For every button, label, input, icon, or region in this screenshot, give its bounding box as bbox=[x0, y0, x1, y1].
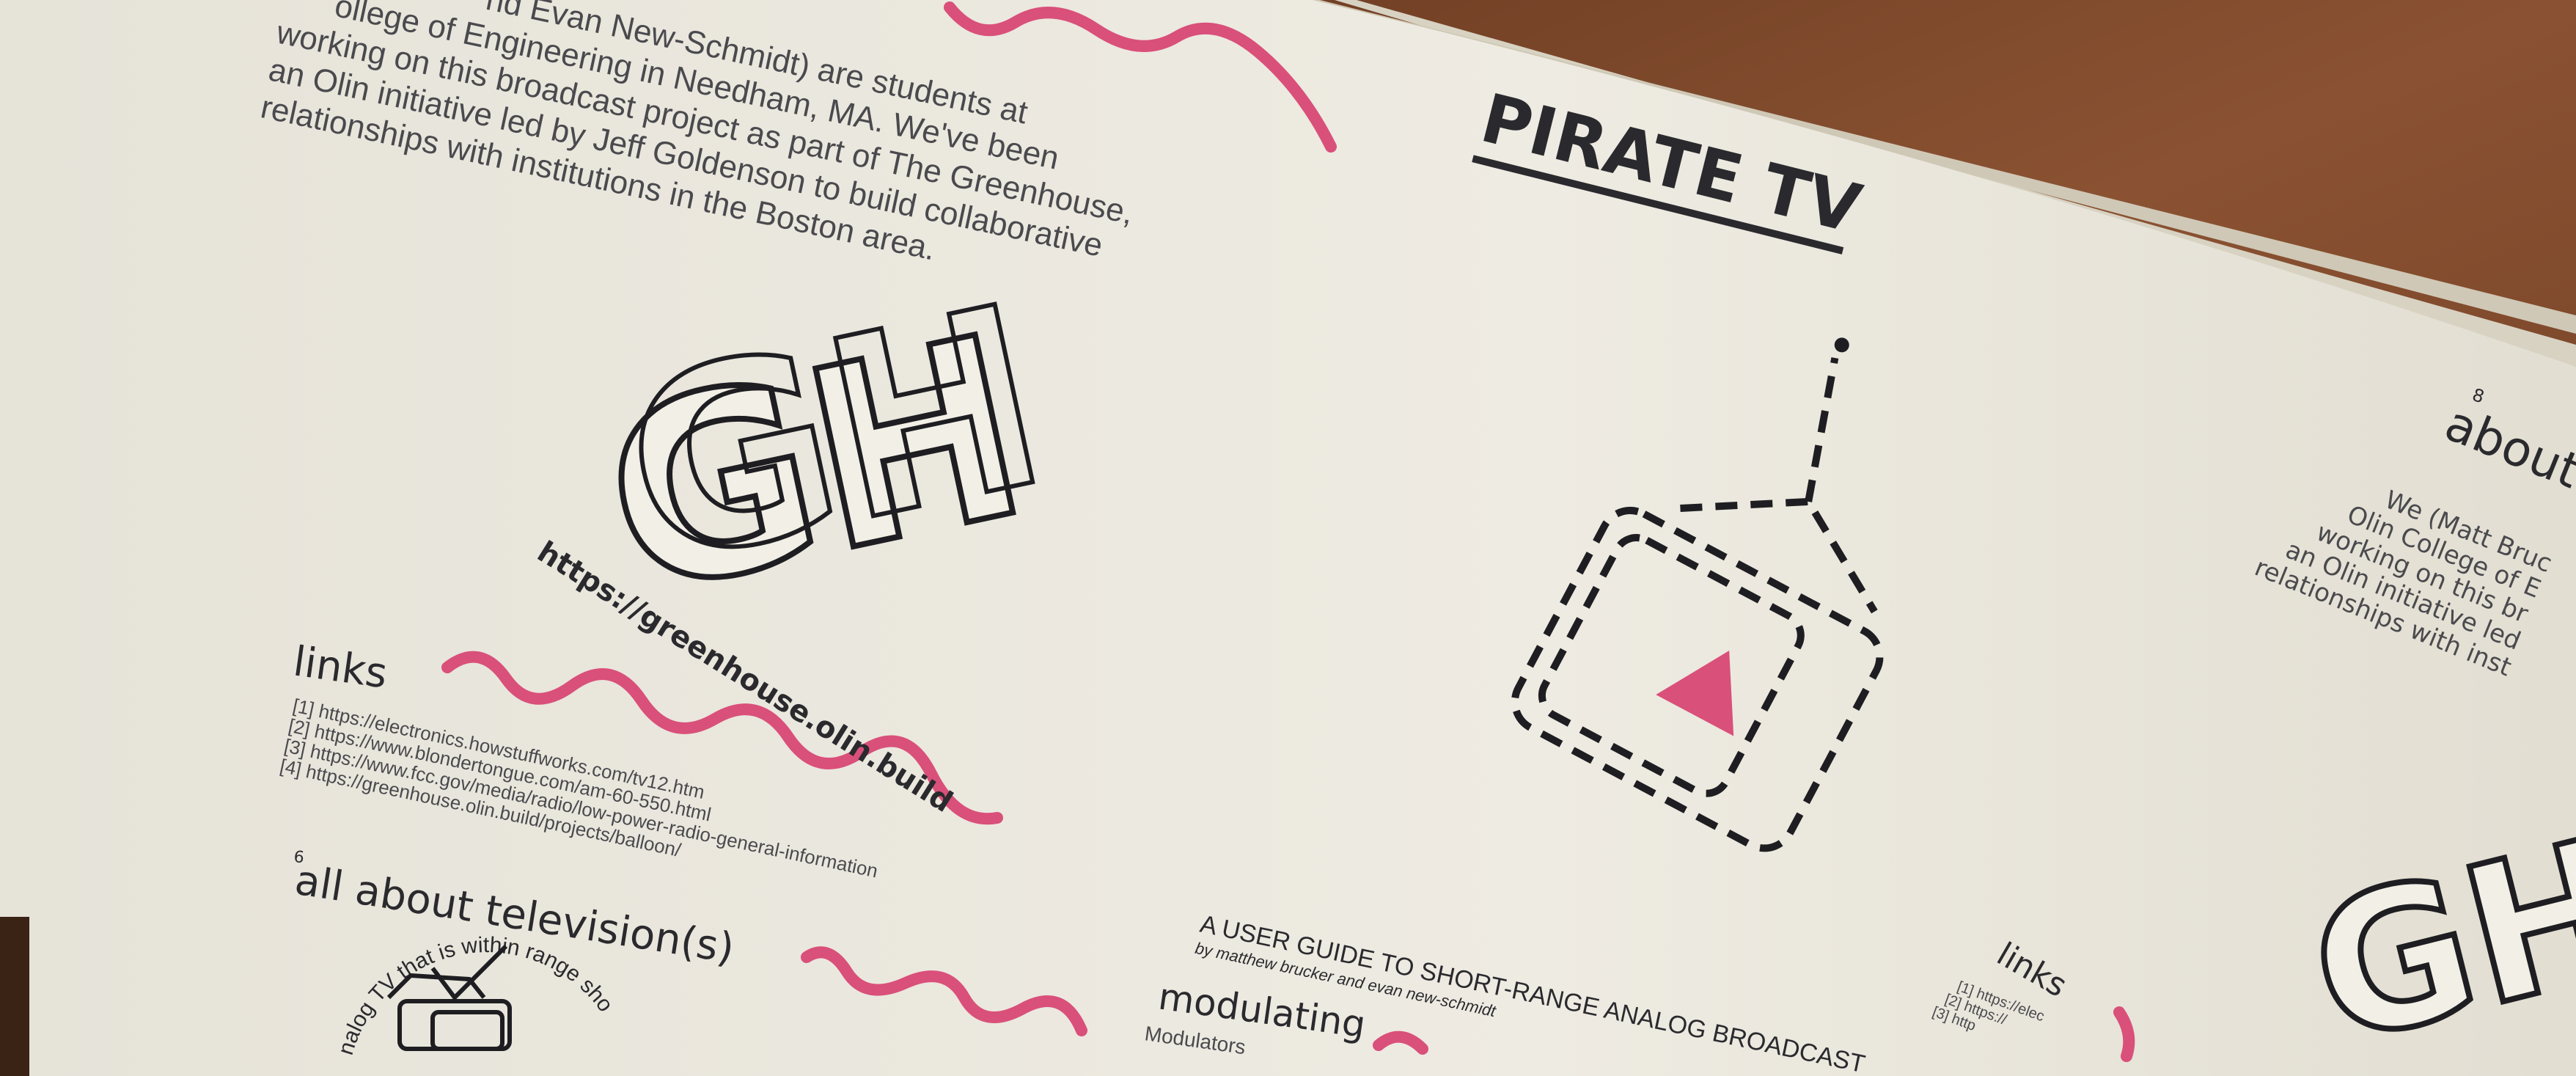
table-edge bbox=[0, 917, 29, 1076]
photo-scene: nd Evan New-Schmidt) are students at oll… bbox=[0, 0, 2576, 1076]
